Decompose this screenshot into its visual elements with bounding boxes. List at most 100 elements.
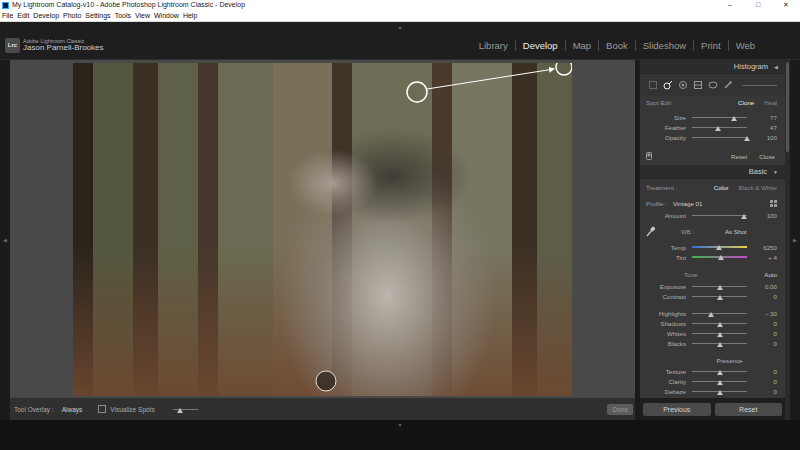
slider-value[interactable]: 100	[753, 212, 777, 219]
slider-track[interactable]	[692, 343, 747, 344]
treatment-option[interactable]: Black & White	[738, 184, 777, 191]
slider-knob[interactable]	[177, 408, 183, 413]
white-balance-select[interactable]: As Shot	[725, 228, 747, 235]
spot-target-circle[interactable]	[407, 82, 427, 102]
module-tab[interactable]: Slideshow	[635, 40, 693, 51]
slider-track[interactable]	[692, 323, 747, 324]
slider-track[interactable]	[692, 215, 747, 216]
slider-value[interactable]: – 30	[753, 310, 777, 317]
menu-item[interactable]: View	[135, 12, 150, 19]
window-control-button[interactable]: □	[744, 0, 772, 10]
menu-item[interactable]: Help	[183, 12, 197, 19]
scrollbar-thumb[interactable]	[786, 62, 789, 152]
slider-value[interactable]: 0	[753, 388, 777, 395]
brush-icon[interactable]	[723, 80, 733, 90]
slider-track[interactable]	[692, 137, 747, 138]
visualize-spots-label[interactable]: Visualize Spots	[110, 406, 154, 413]
photo[interactable]	[73, 63, 572, 396]
top-panel-toggle[interactable]: ▲	[0, 22, 800, 31]
slider-knob[interactable]	[717, 342, 723, 347]
slider-knob[interactable]	[715, 126, 721, 131]
menu-item[interactable]: Photo	[63, 12, 81, 19]
slider-track[interactable]	[692, 127, 747, 128]
visualize-threshold-slider[interactable]	[173, 409, 198, 410]
left-panel-toggle[interactable]: ◀	[0, 60, 10, 420]
module-tab[interactable]: Print	[693, 40, 728, 51]
spot-edit-button[interactable]: Reset	[731, 153, 747, 160]
collapse-toggle[interactable]: ▼	[773, 169, 778, 175]
slider-value[interactable]: 0	[753, 368, 777, 375]
slider-knob[interactable]	[718, 255, 724, 260]
slider-knob[interactable]	[717, 370, 723, 375]
module-tab[interactable]: Library	[472, 40, 515, 51]
slider-value[interactable]: 47	[753, 124, 777, 131]
panel-scrollbar[interactable]	[785, 60, 790, 420]
menu-item[interactable]: Tools	[115, 12, 131, 19]
bottom-panel-toggle[interactable]: ▼	[0, 420, 800, 429]
slider-knob[interactable]	[717, 285, 723, 290]
slider-track[interactable]	[692, 381, 747, 382]
slider-track[interactable]	[692, 256, 747, 258]
slider-track[interactable]	[692, 296, 747, 297]
slider-knob[interactable]	[731, 116, 737, 121]
eyedropper-icon[interactable]	[646, 226, 655, 237]
menu-item[interactable]: Develop	[33, 12, 59, 19]
slider-value[interactable]: 100	[753, 134, 777, 141]
auto-tone-button[interactable]: Auto	[764, 271, 777, 278]
basic-header[interactable]: Basic▼	[640, 165, 785, 179]
tool-overlay-select[interactable]: Always	[62, 406, 83, 413]
toggle-switch-icon[interactable]	[646, 152, 652, 160]
slider-value[interactable]: 0	[753, 330, 777, 337]
panel-button[interactable]: Previous	[643, 403, 711, 416]
spot-removal-icon[interactable]	[663, 80, 673, 90]
slider-value[interactable]: 6250	[753, 244, 777, 251]
menu-item[interactable]: Window	[154, 12, 179, 19]
spot-mode-option[interactable]: Heal	[764, 99, 777, 106]
collapse-toggle[interactable]: ◀	[774, 64, 778, 70]
menu-item[interactable]: Settings	[85, 12, 110, 19]
slider-knob[interactable]	[744, 136, 750, 141]
slider-knob[interactable]	[717, 380, 723, 385]
done-button[interactable]: Done	[607, 404, 633, 415]
menu-item[interactable]: Edit	[17, 12, 29, 19]
slider-track[interactable]	[692, 333, 747, 334]
histogram-header[interactable]: Histogram◀	[640, 60, 785, 74]
module-tab[interactable]: Book	[598, 40, 635, 51]
window-control-button[interactable]: –	[716, 0, 744, 10]
slider-knob[interactable]	[741, 214, 747, 219]
slider-value[interactable]: + 4	[753, 254, 777, 261]
slider-knob[interactable]	[717, 390, 723, 395]
profile-select[interactable]: Vintage 01	[673, 200, 702, 207]
crop-icon[interactable]	[648, 80, 658, 90]
slider-value[interactable]: 0	[753, 320, 777, 327]
spot-edit-button[interactable]: Close	[759, 153, 775, 160]
slider-value[interactable]: 0	[753, 293, 777, 300]
slider-value[interactable]: 0	[753, 378, 777, 385]
slider-track[interactable]	[692, 117, 747, 118]
graduated-filter-icon[interactable]	[693, 80, 703, 90]
red-eye-icon[interactable]	[678, 80, 688, 90]
slider-track[interactable]	[692, 286, 747, 287]
slider-knob[interactable]	[717, 332, 723, 337]
treatment-option[interactable]: Color	[714, 184, 729, 191]
slider-track[interactable]	[692, 246, 747, 248]
slider-track[interactable]	[692, 391, 747, 392]
module-tab[interactable]: Web	[728, 40, 762, 51]
panel-button[interactable]: Reset	[715, 403, 783, 416]
slider-track[interactable]	[692, 313, 747, 314]
slider-knob[interactable]	[717, 295, 723, 300]
visualize-spots-checkbox[interactable]	[98, 405, 106, 413]
slider-value[interactable]: 77	[753, 114, 777, 121]
spot-overlay[interactable]	[73, 63, 572, 396]
slider-track[interactable]	[692, 371, 747, 372]
slider-knob[interactable]	[717, 322, 723, 327]
right-panel-toggle[interactable]: ▶	[790, 60, 800, 420]
slider-value[interactable]: 0	[753, 340, 777, 347]
window-control-button[interactable]: ✕	[772, 0, 800, 10]
slider-value[interactable]: 0.00	[753, 283, 777, 290]
module-tab[interactable]: Map	[565, 40, 598, 51]
spot-source-circle[interactable]	[556, 63, 572, 75]
slider-knob[interactable]	[716, 245, 722, 250]
spot-mode-option[interactable]: Clone	[738, 99, 754, 106]
slider-knob[interactable]	[708, 312, 714, 317]
